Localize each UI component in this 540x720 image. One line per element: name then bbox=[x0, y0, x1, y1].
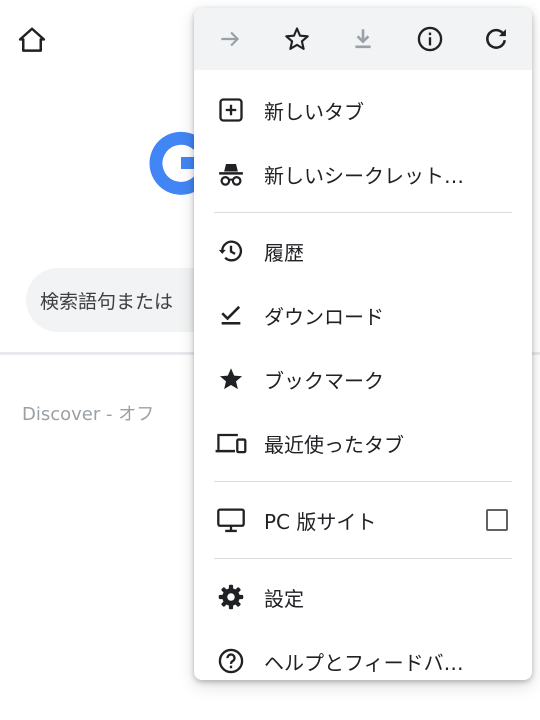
home-button[interactable] bbox=[14, 22, 50, 58]
menu-item-label: ヘルプとフィードバ… bbox=[264, 650, 464, 675]
download-icon bbox=[355, 29, 371, 49]
search-placeholder: 検索語句または bbox=[40, 290, 174, 313]
menu-toolbar bbox=[194, 8, 532, 70]
chrome-new-tab-page: 検索語句または Discover - オフ 新しいタブ 新しいシークレット… 履… bbox=[0, 0, 540, 720]
bookmark-star-icon bbox=[284, 27, 309, 50]
menu-item-label: 履歴 bbox=[264, 240, 304, 265]
monitor-icon bbox=[214, 503, 248, 537]
devices-icon bbox=[214, 426, 248, 460]
menu-item-new-incognito-tab[interactable]: 新しいシークレット… bbox=[194, 142, 532, 206]
menu-item-bookmarks[interactable]: ブックマーク bbox=[194, 347, 532, 411]
reload-button[interactable] bbox=[478, 21, 514, 57]
incognito-icon bbox=[214, 157, 248, 191]
page-info-button[interactable] bbox=[412, 21, 448, 57]
gear-icon bbox=[214, 580, 248, 614]
menu-separator bbox=[214, 212, 512, 213]
app-menu: 新しいタブ 新しいシークレット… 履歴 ダウンロード ブックマーク 最近使ったタ… bbox=[194, 8, 532, 680]
forward-button[interactable] bbox=[212, 21, 248, 57]
bookmark-button[interactable] bbox=[279, 21, 315, 57]
desktop-site-checkbox[interactable] bbox=[486, 509, 508, 531]
info-icon bbox=[417, 26, 442, 52]
discover-status: Discover - オフ bbox=[22, 404, 155, 425]
menu-item-downloads[interactable]: ダウンロード bbox=[194, 283, 532, 347]
menu-item-label: PC 版サイト bbox=[264, 509, 377, 534]
menu-item-label: 新しいシークレット… bbox=[264, 163, 464, 188]
menu-item-settings[interactable]: 設定 bbox=[194, 565, 532, 629]
star-filled-icon bbox=[214, 362, 248, 396]
menu-item-desktop-site[interactable]: PC 版サイト bbox=[194, 488, 532, 552]
forward-icon bbox=[221, 31, 240, 47]
menu-separator bbox=[214, 558, 512, 559]
menu-item-label: 最近使ったタブ bbox=[264, 432, 404, 457]
menu-item-history[interactable]: 履歴 bbox=[194, 219, 532, 283]
menu-item-label: ブックマーク bbox=[264, 368, 384, 393]
menu-item-label: 新しいタブ bbox=[264, 99, 364, 124]
plus-box-icon bbox=[214, 93, 248, 127]
help-icon bbox=[214, 644, 248, 678]
home-icon bbox=[18, 27, 46, 52]
download-check-icon bbox=[214, 298, 248, 332]
menu-item-new-tab[interactable]: 新しいタブ bbox=[194, 78, 532, 142]
menu-separator bbox=[214, 481, 512, 482]
menu-item-label: 設定 bbox=[264, 586, 304, 611]
menu-item-help-feedback[interactable]: ヘルプとフィードバ… bbox=[194, 629, 532, 680]
download-page-button[interactable] bbox=[345, 21, 381, 57]
menu-item-recent-tabs[interactable]: 最近使ったタブ bbox=[194, 411, 532, 475]
menu-item-label: ダウンロード bbox=[264, 304, 384, 329]
history-icon bbox=[214, 234, 248, 268]
reload-icon bbox=[486, 28, 507, 49]
